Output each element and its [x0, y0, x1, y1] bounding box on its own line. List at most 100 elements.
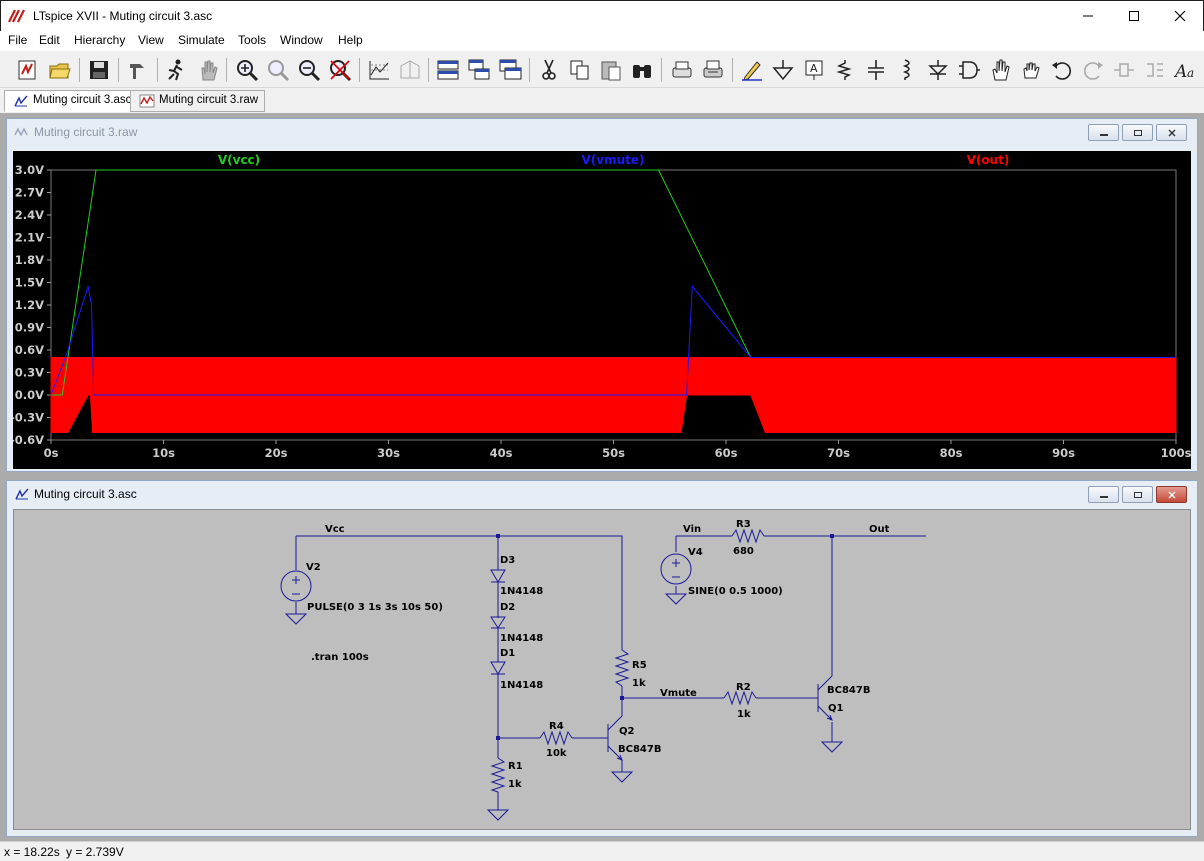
net-label-out: Out [869, 524, 890, 535]
component-ref-d2: D2 [500, 602, 515, 613]
control-panel-button[interactable] [124, 56, 152, 84]
tab-label: Muting circuit 3.raw [159, 94, 259, 106]
component-ref-d1: D1 [500, 648, 515, 659]
tab-muting-circuit-raw[interactable]: Muting circuit 3.raw [130, 90, 266, 112]
minimize-button[interactable] [1065, 1, 1111, 31]
menu-simulate[interactable]: Simulate [178, 33, 225, 47]
schematic-window: Muting circuit 3.asc Vcc Vin Out Vmute V… [6, 480, 1198, 837]
schematic-close-button[interactable] [1156, 486, 1187, 503]
rotate-button[interactable] [1110, 56, 1138, 84]
menu-help[interactable]: Help [338, 33, 363, 47]
resistor-r5[interactable] [614, 649, 630, 687]
schematic-drawing[interactable]: Vcc Vin Out Vmute V2 PULSE(0 3 1s 3s 10s… [14, 510, 1190, 829]
cascade-button[interactable] [465, 56, 493, 84]
capacitor-icon [868, 60, 884, 80]
undo-button[interactable] [1048, 56, 1076, 84]
component-value-d3: 1N4148 [500, 586, 543, 597]
component-ref-r4: R4 [549, 721, 564, 732]
autorange-icon [369, 61, 389, 80]
ground-symbol [486, 809, 510, 821]
halt-button[interactable] [194, 56, 222, 84]
menu-view[interactable]: View [138, 33, 164, 47]
restore-icon [1133, 129, 1142, 136]
move-icon [992, 59, 1010, 81]
diode-d2[interactable] [490, 616, 506, 629]
resistor-r4[interactable] [539, 730, 573, 746]
move-button[interactable] [986, 56, 1014, 84]
component-button[interactable] [955, 56, 983, 84]
zoom-pan-button[interactable] [264, 56, 292, 84]
menu-window[interactable]: Window [280, 33, 323, 47]
autorange-button[interactable] [365, 56, 393, 84]
copy-button[interactable] [566, 56, 594, 84]
waveform-plot[interactable]: 3.0V 2.7V 2.4V 2.1V 1.8V 1.5V 1.2V 0.9V 0.6V 0.3V… [10, 151, 1192, 469]
ground-button[interactable] [769, 56, 797, 84]
mirror-button[interactable] [1141, 56, 1169, 84]
zoom-out-button[interactable] [295, 56, 323, 84]
resistor-button[interactable] [831, 56, 859, 84]
minimize-icon [1099, 495, 1108, 498]
cut-button[interactable] [535, 56, 563, 84]
mirror-icon [1147, 63, 1163, 77]
zoom-fit-button[interactable] [326, 56, 354, 84]
resistor-r2[interactable] [723, 690, 757, 706]
x-tick-label: 10s [152, 446, 175, 460]
close-button[interactable] [1157, 1, 1203, 31]
find-button[interactable] [628, 56, 656, 84]
wire-vcc [296, 535, 623, 650]
new-schematic-button[interactable] [14, 56, 42, 84]
draw-wire-button[interactable] [738, 56, 766, 84]
waveform-window-titlebar[interactable]: Muting circuit 3.raw [7, 119, 1197, 145]
run-button[interactable] [162, 56, 190, 84]
maximize-button[interactable] [1111, 1, 1157, 31]
tile-horizontal-button[interactable] [434, 56, 462, 84]
x-tick-label: 40s [490, 446, 513, 460]
cursor-y-readout: y = 2.739V [66, 845, 124, 859]
capacitor-button[interactable] [862, 56, 890, 84]
tile-vertical-button[interactable] [496, 56, 524, 84]
print-setup-button[interactable] [668, 56, 696, 84]
grid-button[interactable] [396, 56, 424, 84]
schematic-window-titlebar[interactable]: Muting circuit 3.asc [7, 481, 1197, 507]
waveform-minimize-button[interactable] [1088, 124, 1119, 141]
inductor-button[interactable] [893, 56, 921, 84]
diode-button[interactable] [924, 56, 952, 84]
voltage-source-v4[interactable] [660, 553, 692, 585]
paste-button[interactable] [597, 56, 625, 84]
y-tick-label: -0.3V [13, 411, 44, 425]
menu-file[interactable]: File [8, 33, 27, 47]
diode-d1[interactable] [490, 661, 506, 675]
diode-d3[interactable] [490, 569, 506, 583]
legend-vmute: V(vmute) [582, 153, 645, 167]
waveform-chart[interactable]: 3.0V 2.7V 2.4V 2.1V 1.8V 1.5V 1.2V 0.9V 0.6V 0.3V… [10, 151, 1192, 469]
schematic-restore-button[interactable] [1122, 486, 1153, 503]
new-schematic-icon [18, 60, 36, 80]
schematic-canvas[interactable]: Vcc Vin Out Vmute V2 PULSE(0 3 1s 3s 10s… [13, 509, 1191, 830]
menu-hierarchy[interactable]: Hierarchy [74, 33, 125, 47]
menu-edit[interactable]: Edit [39, 33, 60, 47]
text-button[interactable]: Aa [1172, 56, 1200, 84]
svg-text:a: a [1187, 66, 1194, 80]
drag-button[interactable] [1017, 56, 1045, 84]
menu-tools[interactable]: Tools [238, 33, 266, 47]
x-tick-label: 50s [602, 446, 625, 460]
schematic-icon [14, 95, 28, 107]
label-net-button[interactable]: A [800, 56, 828, 84]
window-title: LTspice XVII - Muting circuit 3.asc [33, 9, 213, 23]
component-icon [959, 61, 980, 79]
schematic-minimize-button[interactable] [1088, 486, 1119, 503]
waveform-close-button[interactable] [1156, 124, 1187, 141]
open-button[interactable] [46, 56, 74, 84]
voltage-source-v2[interactable] [280, 570, 312, 602]
component-value-d2: 1N4148 [500, 633, 543, 644]
save-button[interactable] [85, 56, 113, 84]
resistor-r3[interactable] [731, 528, 765, 544]
redo-button[interactable] [1079, 56, 1107, 84]
menu-bar: File Edit Hierarchy View Simulate Tools … [0, 31, 1204, 51]
resistor-r1[interactable] [490, 757, 506, 793]
waveform-restore-button[interactable] [1122, 124, 1153, 141]
x-tick-label: 70s [827, 446, 850, 460]
print-button[interactable] [699, 56, 727, 84]
zoom-in-button[interactable] [233, 56, 261, 84]
tab-muting-circuit-asc[interactable]: Muting circuit 3.asc [4, 90, 139, 112]
